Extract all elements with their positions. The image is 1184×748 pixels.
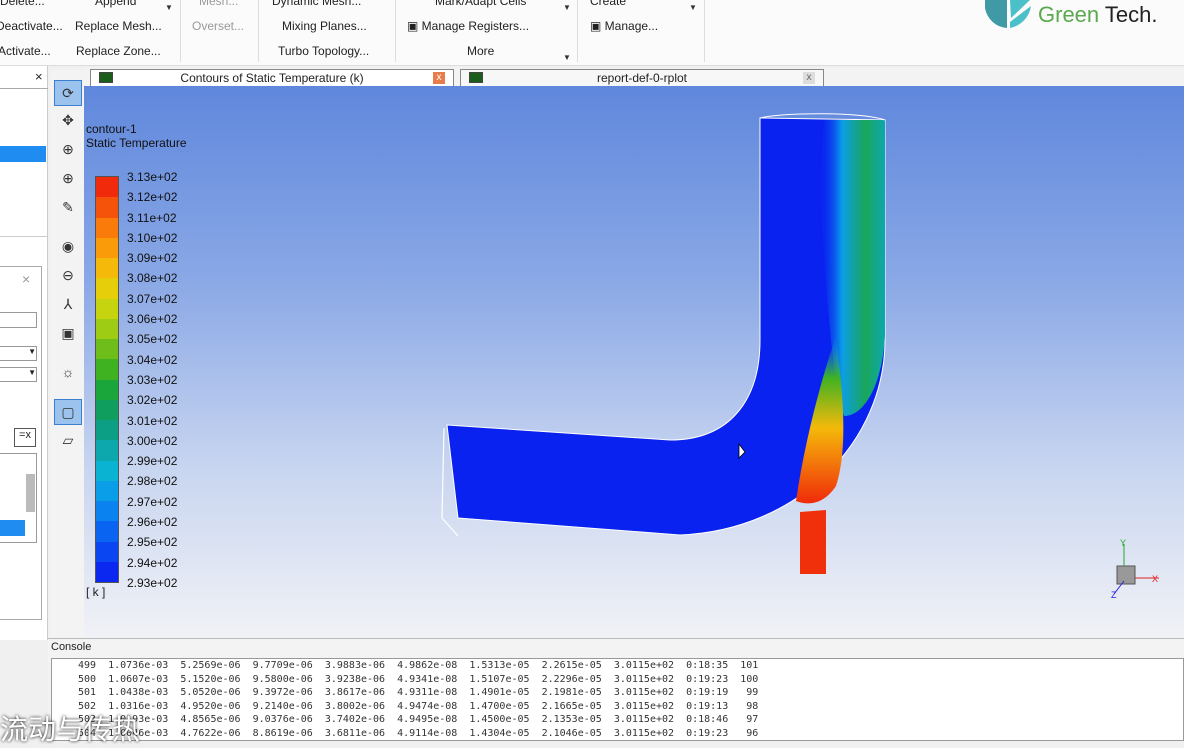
- register-icon: ▣: [407, 19, 422, 33]
- console-line: 504 1.0046e-03 4.7622e-06 8.8619e-06 3.6…: [78, 727, 759, 739]
- pan-icon[interactable]: ✥: [54, 107, 82, 133]
- zoom-in-icon[interactable]: ⊕: [54, 165, 82, 191]
- video-subtitle: 流动与传热: [0, 714, 141, 745]
- view-3d-icon[interactable]: ▢: [54, 399, 82, 425]
- create-button[interactable]: Create: [590, 0, 626, 8]
- tab-contours[interactable]: Contours of Static Temperature (k) x: [90, 69, 454, 86]
- delete-button[interactable]: Delete...: [0, 0, 45, 8]
- graphics-window-icon: [99, 72, 113, 83]
- overset-button[interactable]: Overset...: [192, 19, 244, 33]
- svg-text:X: X: [1152, 574, 1158, 584]
- logo: Green Tech.: [985, 0, 1184, 30]
- dropdown-1[interactable]: ▼: [0, 346, 37, 361]
- axis-triad-icon: Y X Z: [1111, 538, 1159, 600]
- close-tab-icon[interactable]: x: [433, 72, 445, 84]
- mixing-planes-button[interactable]: Mixing Planes...: [282, 19, 367, 33]
- replace-zone-button[interactable]: Replace Zone...: [76, 44, 161, 58]
- side-inlet: [800, 510, 826, 574]
- console-line: 500 1.0607e-03 5.1520e-06 9.5800e-06 3.9…: [78, 673, 759, 685]
- list-scrollbar[interactable]: [26, 474, 35, 512]
- name-input[interactable]: [0, 312, 37, 328]
- zoom-out-icon[interactable]: ⊖: [54, 262, 82, 288]
- dynamic-mesh-button[interactable]: Dynamic Mesh...: [272, 0, 361, 8]
- console-title: Console: [51, 641, 92, 653]
- svg-text:Z: Z: [1111, 590, 1117, 600]
- lighting-icon[interactable]: ☼: [54, 359, 82, 385]
- view-cube-icon[interactable]: ▱: [54, 427, 82, 453]
- pipe-contour-plot: Y X Z: [441, 113, 1159, 600]
- replace-mesh-button[interactable]: Replace Mesh...: [75, 19, 162, 33]
- manage-registers-button[interactable]: ▣ Manage Registers...: [407, 19, 529, 33]
- console-panel: Console 499 1.0736e-03 5.2569e-06 9.7709…: [48, 638, 1184, 741]
- more-dropdown-icon[interactable]: ▼: [563, 53, 571, 62]
- graphics-toolbar: ⟳ ✥ ⊕ ⊕ ✎ ◉ ⊖ ⅄ ▣ ☼ ▢ ▱: [50, 70, 84, 640]
- selected-tree-item[interactable]: [0, 146, 46, 162]
- zoom-box-icon[interactable]: ◉: [54, 233, 82, 259]
- logo-mark-icon: [985, 0, 1031, 28]
- console-output[interactable]: 499 1.0736e-03 5.2569e-06 9.7709e-06 3.9…: [51, 658, 1184, 741]
- create-dropdown-icon[interactable]: ▼: [689, 3, 697, 12]
- manage-button[interactable]: ▣ Manage...: [590, 19, 658, 33]
- console-line: 503 1.0193e-03 4.8565e-06 9.0376e-06 3.7…: [78, 714, 759, 725]
- dialog-close-button[interactable]: ×: [22, 271, 30, 287]
- append-button[interactable]: Append: [95, 0, 136, 8]
- manage-icon: ▣: [590, 19, 605, 33]
- turbo-topology-button[interactable]: Turbo Topology...: [278, 44, 369, 58]
- deactivate-button[interactable]: Deactivate...: [0, 19, 63, 33]
- ribbon: Delete... Deactivate... Activate... Appe…: [0, 0, 1184, 66]
- probe-icon[interactable]: ✎: [54, 194, 82, 220]
- console-line: 502 1.0316e-03 4.9520e-06 9.2140e-06 3.8…: [78, 700, 759, 712]
- zoom-fit-icon[interactable]: ⊕: [54, 136, 82, 162]
- rotate-icon[interactable]: ⟳: [54, 80, 82, 106]
- close-tab-icon[interactable]: x: [803, 72, 815, 84]
- console-line: 501 1.0438e-03 5.0520e-06 9.3972e-06 3.8…: [78, 687, 759, 698]
- activate-button[interactable]: Activate...: [0, 44, 51, 58]
- more-button[interactable]: More: [467, 44, 494, 58]
- task-dialog: × ▼ ▼ =x: [0, 266, 42, 620]
- append-dropdown-icon[interactable]: ▼: [165, 3, 173, 12]
- console-line: 499 1.0736e-03 5.2569e-06 9.7709e-06 3.9…: [78, 660, 759, 671]
- dropdown-2[interactable]: ▼: [0, 367, 37, 382]
- selected-zone[interactable]: [0, 520, 25, 536]
- camera-icon[interactable]: ▣: [54, 320, 82, 346]
- graphics-window-icon: [469, 72, 483, 83]
- axes-icon[interactable]: ⅄: [54, 291, 82, 317]
- mesh-button[interactable]: Mesh...: [199, 0, 238, 8]
- zone-list[interactable]: [0, 453, 37, 543]
- graphics-viewport[interactable]: contour-1 Static Temperature 3.13e+02 3.1…: [84, 86, 1184, 638]
- graphics-tabs: Contours of Static Temperature (k) x rep…: [84, 68, 1184, 86]
- tab-report-plot[interactable]: report-def-0-rplot x: [460, 69, 824, 86]
- close-panel-button[interactable]: ×: [35, 69, 43, 84]
- mark-adapt-cells-button[interactable]: Mark/Adapt Cells: [435, 0, 526, 8]
- deselect-all-icon[interactable]: =x: [14, 428, 36, 447]
- svg-text:Y: Y: [1120, 538, 1126, 548]
- mark-dropdown-icon[interactable]: ▼: [563, 3, 571, 12]
